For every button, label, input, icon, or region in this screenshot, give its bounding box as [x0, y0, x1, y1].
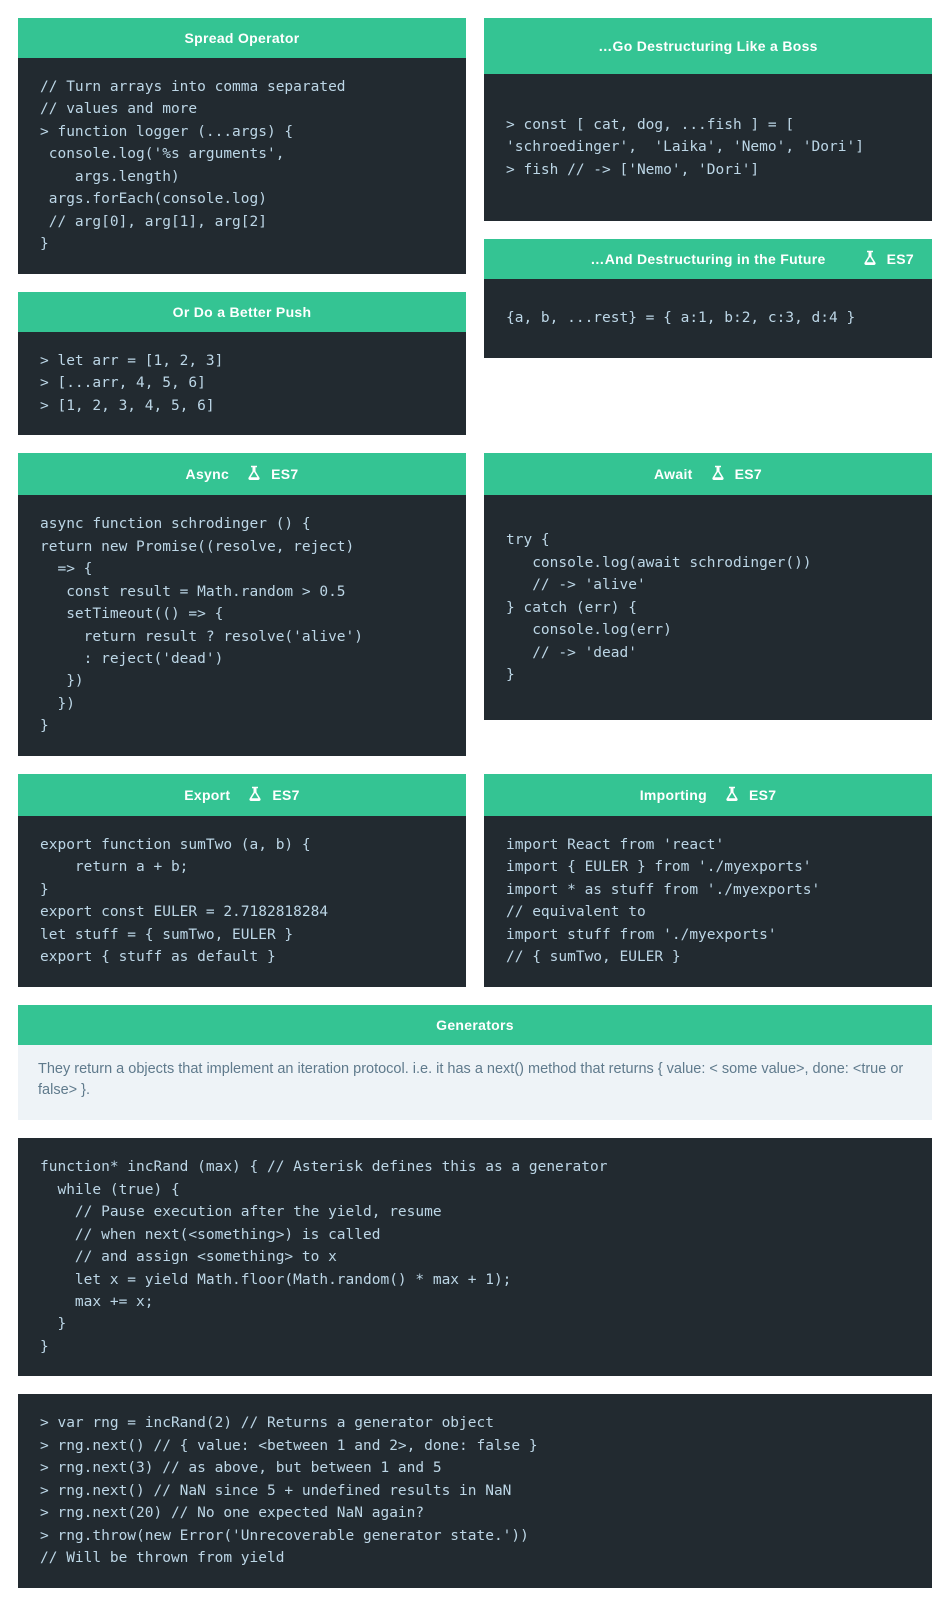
- card-header: …And Destructuring in the Future ES7: [484, 239, 932, 279]
- es7-badge: ES7: [861, 250, 914, 268]
- badge-text: ES7: [272, 787, 299, 803]
- code-block: > const [ cat, dog, ...fish ] = [ 'schro…: [484, 74, 932, 221]
- badge-text: ES7: [271, 466, 298, 482]
- card-title: Spread Operator: [185, 30, 300, 46]
- es7-badge: ES7: [245, 465, 298, 483]
- card-header: Spread Operator: [18, 18, 466, 58]
- card-destructuring: …Go Destructuring Like a Boss > const [ …: [484, 18, 932, 221]
- flask-icon: [709, 465, 727, 483]
- badge-text: ES7: [735, 466, 762, 482]
- card-generators: Generators They return a objects that im…: [18, 1005, 932, 1121]
- code-block: try { console.log(await schrodinger()) /…: [484, 495, 932, 720]
- code-block: function* incRand (max) { // Asterisk de…: [18, 1138, 932, 1376]
- card-header: Or Do a Better Push: [18, 292, 466, 332]
- card-title: …Go Destructuring Like a Boss: [598, 38, 818, 54]
- card-importing: Importing ES7 import React from 'react' …: [484, 774, 932, 987]
- card-header: Generators: [18, 1005, 932, 1045]
- card-header: Await ES7: [484, 453, 932, 495]
- flask-icon: [245, 465, 263, 483]
- card-title: …And Destructuring in the Future: [590, 251, 825, 267]
- card-await: Await ES7 try { console.log(await schrod…: [484, 453, 932, 720]
- flask-icon: [246, 786, 264, 804]
- card-async: Async ES7 async function schrodinger () …: [18, 453, 466, 756]
- code-block: > var rng = incRand(2) // Returns a gene…: [18, 1394, 932, 1587]
- card-title: Importing: [640, 787, 707, 803]
- card-generators-code-1: function* incRand (max) { // Asterisk de…: [18, 1138, 932, 1376]
- es7-badge: ES7: [709, 465, 762, 483]
- card-title: Or Do a Better Push: [173, 304, 312, 320]
- card-title: Async: [186, 466, 230, 482]
- card-spread-operator: Spread Operator // Turn arrays into comm…: [18, 18, 466, 274]
- card-header: …Go Destructuring Like a Boss: [484, 18, 932, 74]
- code-block: export function sumTwo (a, b) { return a…: [18, 816, 466, 987]
- card-destructuring-future: …And Destructuring in the Future ES7 {a,…: [484, 239, 932, 357]
- card-generators-code-2: > var rng = incRand(2) // Returns a gene…: [18, 1394, 932, 1587]
- card-export: Export ES7 export function sumTwo (a, b)…: [18, 774, 466, 987]
- card-header: Importing ES7: [484, 774, 932, 816]
- card-better-push: Or Do a Better Push > let arr = [1, 2, 3…: [18, 292, 466, 435]
- es7-badge: ES7: [246, 786, 299, 804]
- badge-text: ES7: [887, 251, 914, 267]
- flask-icon: [861, 250, 879, 268]
- card-title: Export: [184, 787, 230, 803]
- card-title: Await: [654, 466, 693, 482]
- code-block: async function schrodinger () { return n…: [18, 495, 466, 756]
- card-title: Generators: [436, 1017, 514, 1033]
- badge-text: ES7: [749, 787, 776, 803]
- flask-icon: [723, 786, 741, 804]
- card-header: Async ES7: [18, 453, 466, 495]
- code-block: > let arr = [1, 2, 3] > [...arr, 4, 5, 6…: [18, 332, 466, 435]
- code-block: import React from 'react' import { EULER…: [484, 816, 932, 987]
- card-header: Export ES7: [18, 774, 466, 816]
- es7-badge: ES7: [723, 786, 776, 804]
- code-block: {a, b, ...rest} = { a:1, b:2, c:3, d:4 }: [484, 279, 932, 357]
- code-block: // Turn arrays into comma separated // v…: [18, 58, 466, 274]
- card-description: They return a objects that implement an …: [18, 1045, 932, 1121]
